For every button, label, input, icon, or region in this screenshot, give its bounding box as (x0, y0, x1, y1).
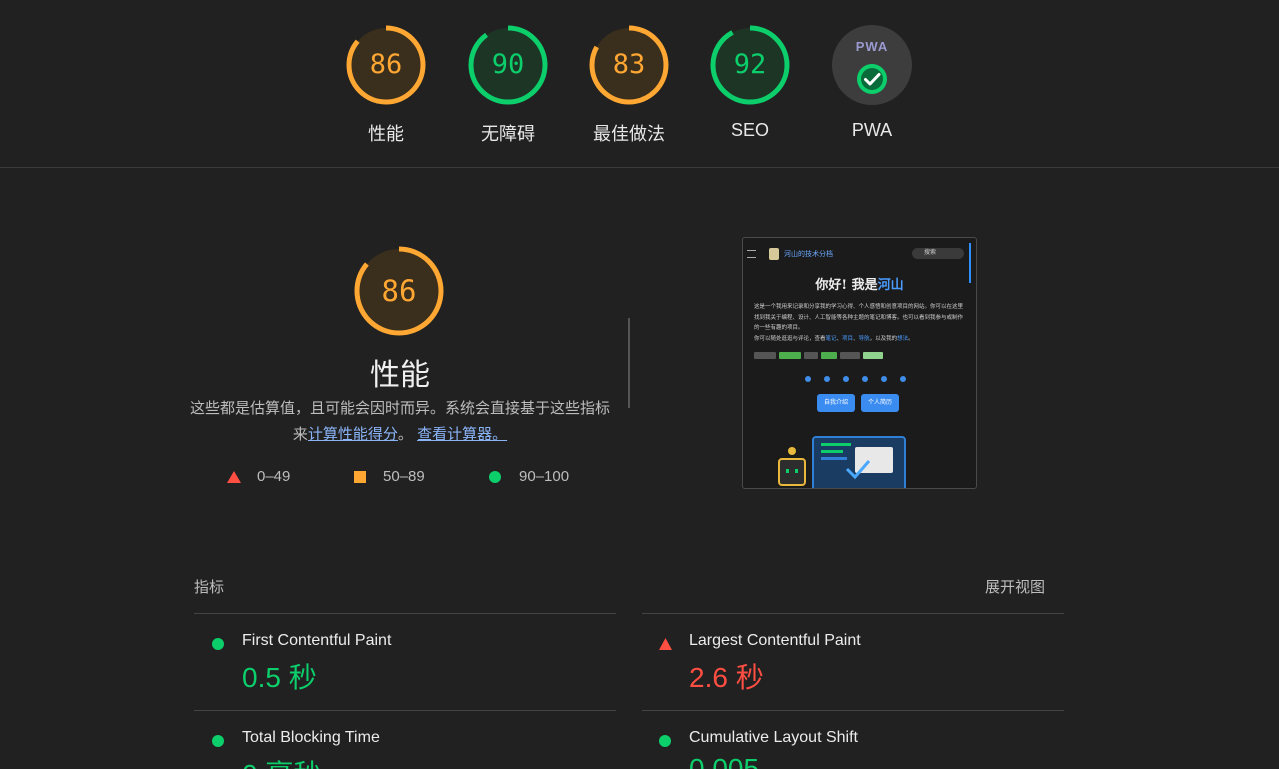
github-icon (824, 376, 830, 382)
performance-title: 性能 (370, 359, 430, 392)
metric-divider (642, 613, 1064, 614)
check-circle-icon (857, 64, 887, 94)
resume-button: 个人简历 (861, 394, 899, 412)
score-label: 性能 (368, 124, 404, 144)
site-logo (769, 248, 779, 260)
metric-divider (642, 710, 1064, 711)
score-label: SEO (730, 120, 769, 140)
legend-pass: 90–100 (489, 468, 569, 485)
wechat-icon (900, 376, 906, 382)
greeting-name: 河山 (877, 278, 904, 293)
score-gauge-best-practices[interactable]: 83 最佳做法 (588, 24, 670, 146)
twitter-icon (881, 376, 887, 382)
score-value: 90 (491, 49, 525, 80)
metric-cls: Cumulative Layout Shift 0.005 (659, 729, 1059, 769)
rss-icon (805, 376, 811, 382)
metric-name: Total Blocking Time (242, 729, 380, 746)
metric-name: Cumulative Layout Shift (689, 729, 858, 746)
circle-icon (659, 735, 671, 747)
page-screenshot-thumbnail[interactable]: 河山的技术分档 搜索 你好! 我是河山 这是一个我用来记录和分享我的学习心得、个… (742, 237, 977, 489)
metric-divider (194, 613, 616, 614)
score-gauge-performance[interactable]: 86 性能 (345, 24, 427, 146)
triangle-icon (659, 638, 672, 650)
metric-value: 0.005 (689, 753, 760, 769)
metric-lcp: Largest Contentful Paint 2.6 秒 (659, 632, 1059, 693)
legend-average: 50–89 (354, 468, 425, 485)
badge (779, 352, 801, 359)
performance-description: 这些都是估算值，且可能会因时而异。系统会直接基于这些指标来计算性能得分。 查看计… (190, 396, 610, 448)
score-value: 92 (733, 49, 767, 80)
metric-value: 0 毫秒 (242, 753, 321, 769)
score-label: 无障碍 (481, 124, 535, 144)
nav-link: 导航 (858, 335, 870, 342)
search-box: 搜索 (912, 248, 964, 259)
qq-icon (862, 376, 868, 382)
triangle-icon (227, 470, 241, 483)
metric-name: Largest Contentful Paint (689, 632, 861, 649)
intro-text-2: 你可以随处逛逛与评论，查看 (754, 335, 826, 342)
score-gauge-accessibility[interactable]: 90 无障碍 (467, 24, 549, 146)
pwa-badge-text: PWA (855, 39, 889, 54)
about-link: 想法 (897, 335, 909, 342)
legend-range: 50–89 (383, 468, 425, 485)
circle-icon (212, 638, 224, 650)
score-value: 86 (369, 49, 403, 80)
view-calculator-link[interactable]: 查看计算器。 (417, 426, 507, 443)
projects-link: 项目 (842, 335, 854, 342)
legend-range: 0–49 (257, 468, 291, 485)
vertical-divider (628, 318, 630, 408)
performance-score: 86 (381, 274, 417, 308)
performance-gauge: 86 (353, 245, 445, 337)
metric-fcp: First Contentful Paint 0.5 秒 (212, 632, 612, 693)
notes-link: 笔记 (825, 335, 837, 342)
score-summary-bar: 86 性能 90 无障碍 83 最佳做法 92 SEO PWA PWA (0, 0, 1279, 168)
score-label: 最佳做法 (593, 124, 665, 144)
site-name: 河山的技术分档 (784, 251, 833, 258)
badge (804, 352, 818, 359)
calc-score-link[interactable]: 计算性能得分 (308, 426, 398, 443)
greeting-prefix: 你好! 我是 (815, 278, 878, 293)
hero-illustration (778, 436, 906, 488)
score-value: 83 (612, 49, 646, 80)
pwa-badge[interactable]: PWA (832, 25, 912, 105)
metric-tbt: Total Blocking Time 0 毫秒 (212, 729, 612, 769)
legend-range: 90–100 (519, 468, 570, 485)
metrics-heading: 指标 (194, 579, 225, 596)
legend-fail: 0–49 (227, 468, 290, 485)
badge (840, 352, 860, 359)
metric-value: 0.5 秒 (242, 662, 317, 693)
metric-value: 2.6 秒 (689, 662, 764, 693)
badge (863, 352, 883, 359)
score-gauge-seo[interactable]: 92 SEO (709, 24, 791, 141)
pwa-label: PWA (851, 120, 893, 140)
badge (821, 352, 837, 359)
intro-text-3: ，以及我的 (869, 335, 898, 342)
intro-paragraph: 这是一个我用来记录和分享我的学习心得、个人感悟和创意项目的网站。你可以在这里找到… (754, 304, 964, 342)
expand-view-toggle[interactable]: 展开视图 (985, 576, 1045, 597)
social-icons (805, 376, 906, 382)
hamburger-menu-icon (747, 250, 756, 258)
metric-name: First Contentful Paint (242, 632, 392, 649)
description-punct: 。 (397, 426, 413, 443)
link-icon (843, 376, 849, 382)
intro-text: 这是一个我用来记录和分享我的学习心得、个人感悟和创意项目的网站。你可以在这里找到… (754, 304, 964, 331)
intro-button: 自我介绍 (817, 394, 855, 412)
circle-icon (489, 470, 501, 483)
square-icon (354, 470, 366, 483)
greeting: 你好! 我是河山 (743, 274, 976, 293)
metric-divider (194, 710, 616, 711)
badge (754, 352, 776, 359)
badge-row (754, 352, 883, 359)
circle-icon (212, 735, 224, 747)
